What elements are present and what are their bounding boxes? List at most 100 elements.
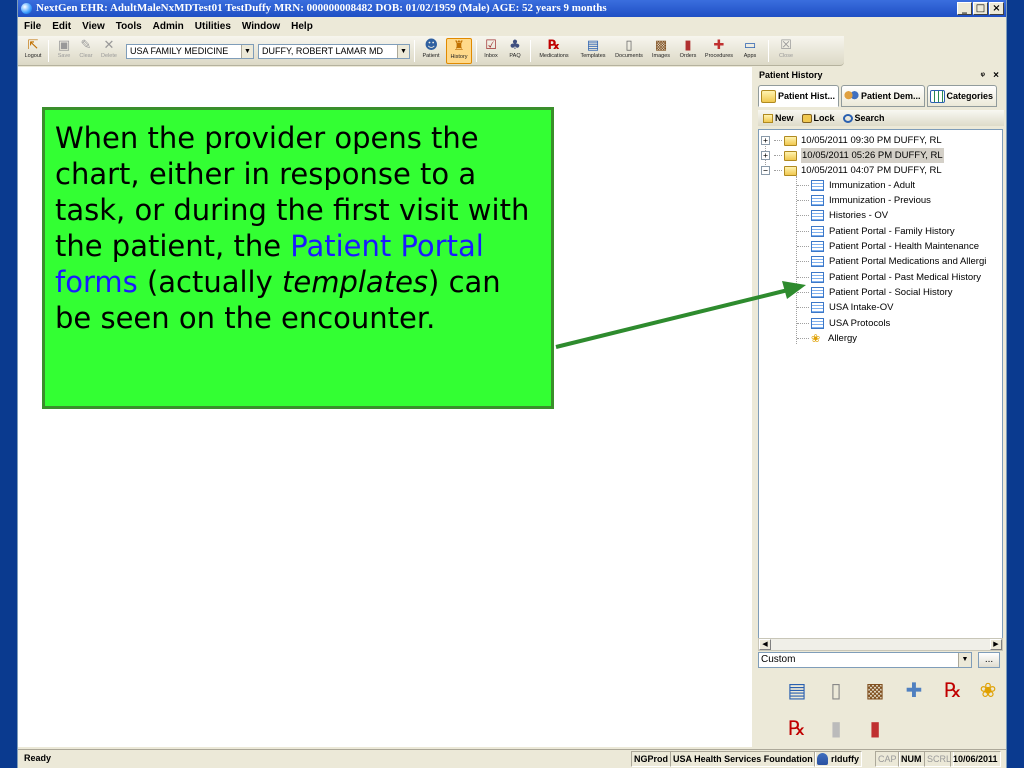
maximize-button[interactable]: □ xyxy=(973,2,988,15)
eraser-icon: ✎ xyxy=(80,38,92,53)
expand-icon[interactable]: + xyxy=(761,151,770,160)
chevron-down-icon: ▼ xyxy=(241,45,253,58)
tree-template-item[interactable]: Immunization - Previous xyxy=(797,193,931,208)
close-window-button[interactable]: × xyxy=(989,2,1004,15)
filter-options-button[interactable]: ... xyxy=(978,652,1000,668)
documents-icon: ▯ xyxy=(625,38,633,53)
prescription-icon[interactable]: ℞ xyxy=(784,715,810,741)
orders-button[interactable]: ▮ Orders xyxy=(676,38,700,64)
menu-window[interactable]: Window xyxy=(242,21,280,32)
rx-icon[interactable]: ℞ xyxy=(940,677,966,703)
tree-encounter[interactable]: +10/05/2011 09:30 PM DUFFY, RL xyxy=(761,133,942,148)
tab-categories[interactable]: Categories xyxy=(926,85,998,107)
templates-icon[interactable]: ▤ xyxy=(784,677,810,703)
menu-admin[interactable]: Admin xyxy=(153,21,184,32)
tree-template-item[interactable]: Patient Portal - Social History xyxy=(797,285,953,300)
logout-icon: ⇱ xyxy=(27,38,39,53)
tree-encounter[interactable]: −10/05/2011 04:07 PM DUFFY, RL xyxy=(761,163,942,178)
menu-file[interactable]: File xyxy=(24,21,41,32)
tree-template-item[interactable]: ❀ Allergy xyxy=(797,331,857,346)
tree-template-item[interactable]: USA Protocols xyxy=(797,316,890,331)
paq-button[interactable]: ♣ PAQ xyxy=(504,38,526,64)
clear-button[interactable]: ✎ Clear xyxy=(76,38,96,64)
procedures-icon: ✚ xyxy=(713,38,725,53)
inbox-icon: ☑ xyxy=(485,38,497,53)
practice-select[interactable]: USA FAMILY MEDICINE ▼ xyxy=(126,44,254,59)
status-date: 10/06/2011 xyxy=(950,751,1001,767)
apps-icon: ▭ xyxy=(743,38,757,53)
people-icon xyxy=(844,89,860,103)
delete-icon: ✕ xyxy=(103,38,115,53)
expand-icon[interactable]: + xyxy=(761,136,770,145)
tab-patient-demographics[interactable]: Patient Dem... xyxy=(841,85,925,107)
patient-button[interactable]: ☻ Patient xyxy=(418,38,444,64)
lock-button[interactable]: Lock xyxy=(801,113,835,123)
documents-disabled-icon: ▮ xyxy=(830,716,842,740)
template-icon xyxy=(811,287,824,298)
title-bar: NextGen EHR: AdultMaleNxMDTest01 TestDuf… xyxy=(18,0,1006,17)
save-button[interactable]: ▣ Save xyxy=(54,38,74,64)
status-ready: Ready xyxy=(24,753,52,763)
tab-patient-history[interactable]: Patient Hist... xyxy=(758,85,840,107)
menu-utilities[interactable]: Utilities xyxy=(195,21,231,32)
template-icon xyxy=(811,272,824,283)
scroll-left-icon[interactable]: ◀ xyxy=(759,639,771,650)
close-icon: ☒ xyxy=(780,38,792,53)
template-icon xyxy=(811,210,824,221)
tree-template-item[interactable]: Patient Portal - Past Medical History xyxy=(797,270,981,285)
status-database: NGProd xyxy=(631,751,672,767)
rx-icon: ℞ xyxy=(548,38,560,53)
panel-toolbar: New Lock Search xyxy=(758,110,1004,126)
tree-template-item[interactable]: Patient Portal Medications and Allergi xyxy=(797,254,986,269)
templates-button[interactable]: ▤ Templates xyxy=(576,38,610,64)
template-icon xyxy=(811,256,824,267)
collapse-icon[interactable]: − xyxy=(761,166,770,175)
procedures-icon[interactable]: ✚ xyxy=(901,677,927,703)
logout-button[interactable]: ⇱ Logout xyxy=(22,38,44,64)
close-icon[interactable]: × xyxy=(993,68,999,83)
menu-help[interactable]: Help xyxy=(291,21,313,32)
panel-tabs: Patient Hist... Patient Dem... Categorie… xyxy=(758,85,998,107)
tree-template-item[interactable]: Patient Portal - Health Maintenance xyxy=(797,239,979,254)
status-user: rlduffy xyxy=(814,751,862,767)
close-button[interactable]: ☒ Close xyxy=(774,38,798,64)
menu-edit[interactable]: Edit xyxy=(52,21,71,32)
procedures-button[interactable]: ✚ Procedures xyxy=(702,38,736,64)
templates-icon: ▤ xyxy=(586,38,600,53)
status-bar: Ready NGProd USA Health Services Foundat… xyxy=(18,749,1006,768)
patient-history-panel: Patient History ᵠ × Patient Hist... Pati… xyxy=(756,67,1006,747)
template-icon xyxy=(811,226,824,237)
app-window: NextGen EHR: AdultMaleNxMDTest01 TestDuf… xyxy=(17,0,1007,768)
images-icon[interactable]: ▩ xyxy=(862,677,888,703)
medications-button[interactable]: ℞ Medications xyxy=(534,38,574,64)
menu-bar: File Edit View Tools Admin Utilities Win… xyxy=(18,18,1006,35)
main-toolbar: ⇱ Logout ▣ Save ✎ Clear ✕ Delete USA FAMILY … xyxy=(18,36,844,66)
tree-template-item[interactable]: Immunization - Adult xyxy=(797,178,915,193)
minimize-button[interactable]: _ xyxy=(957,2,972,15)
main-workspace: When the provider opens the chart, eithe… xyxy=(18,67,752,747)
new-button[interactable]: New xyxy=(763,113,794,123)
scroll-right-icon[interactable]: ▶ xyxy=(990,639,1002,650)
filter-select[interactable]: Custom ▼ xyxy=(758,652,972,668)
callout-italic: templates xyxy=(282,265,429,299)
tree-template-item[interactable]: Patient Portal - Family History xyxy=(797,224,955,239)
provider-select[interactable]: DUFFY, ROBERT LAMAR MD ▼ xyxy=(258,44,410,59)
document-icon[interactable]: ▯ xyxy=(823,677,849,703)
inbox-button[interactable]: ☑ Inbox xyxy=(480,38,502,64)
folder-icon xyxy=(784,165,797,176)
pin-icon[interactable]: ᵠ xyxy=(981,68,985,83)
horizontal-scrollbar[interactable]: ◀ ▶ xyxy=(758,638,1003,651)
history-button[interactable]: ♜ History xyxy=(446,38,472,64)
menu-tools[interactable]: Tools xyxy=(116,21,142,32)
tree-template-item[interactable]: USA Intake-OV xyxy=(797,300,893,315)
images-button[interactable]: ▩ Images xyxy=(648,38,674,64)
apps-button[interactable]: ▭ Apps xyxy=(738,38,762,64)
allergy-icon[interactable]: ❀ xyxy=(975,677,1001,703)
search-button[interactable]: Search xyxy=(842,113,885,123)
menu-view[interactable]: View xyxy=(82,21,105,32)
tree-template-item[interactable]: Histories - OV xyxy=(797,208,888,223)
delete-button[interactable]: ✕ Delete xyxy=(98,38,120,64)
tree-encounter[interactable]: +10/05/2011 05:26 PM DUFFY, RL xyxy=(761,148,944,163)
lab-tubes-icon[interactable]: ▮ xyxy=(862,715,888,741)
documents-button[interactable]: ▯ Documents xyxy=(612,38,646,64)
